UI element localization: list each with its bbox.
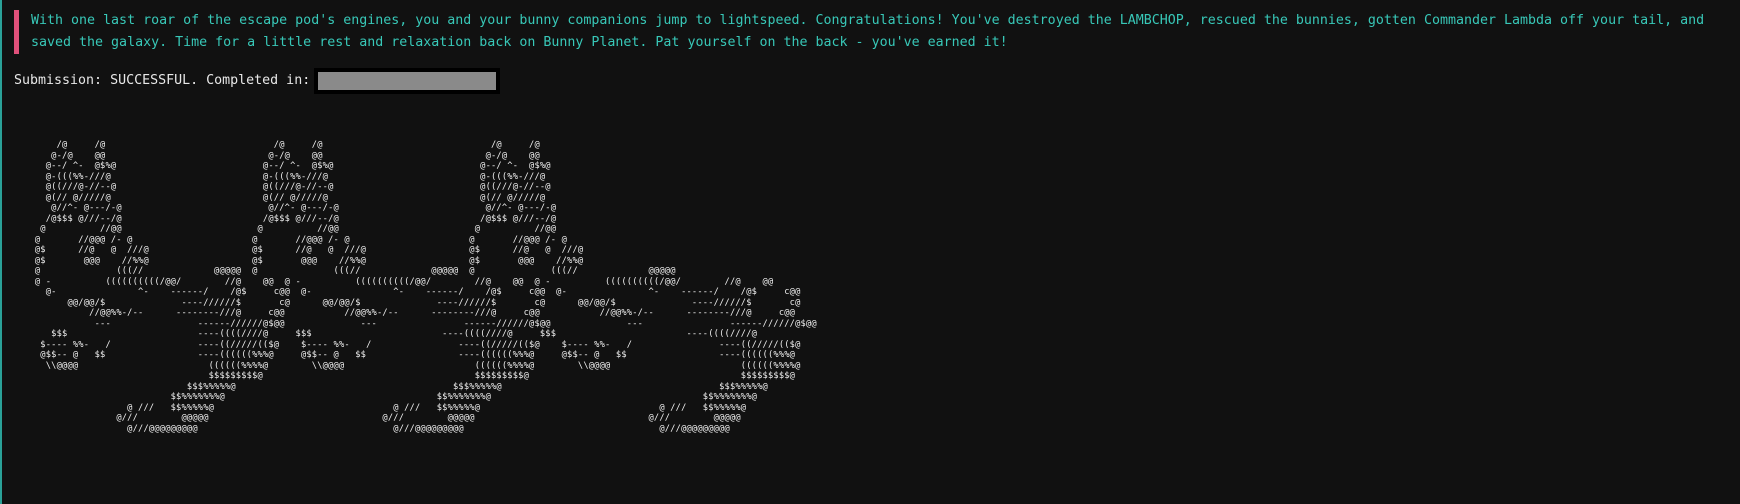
- terminal-window: With one last roar of the escape pod's e…: [0, 0, 1740, 504]
- completion-time-redaction: [314, 68, 501, 94]
- completion-time-bar: [318, 72, 497, 90]
- bunny-ascii-art: /@ /@ /@ /@ /@ /@ @-/@ @@ @-/@ @@ @-/@ @…: [34, 140, 817, 434]
- completion-message-block: With one last roar of the escape pod's e…: [14, 10, 1732, 54]
- message-accent-bar: [14, 10, 19, 54]
- completion-message: With one last roar of the escape pod's e…: [31, 13, 1713, 50]
- submission-status-label: Submission: SUCCESSFUL. Completed in:: [14, 73, 311, 88]
- submission-status-line: Submission: SUCCESSFUL. Completed in:: [14, 68, 501, 94]
